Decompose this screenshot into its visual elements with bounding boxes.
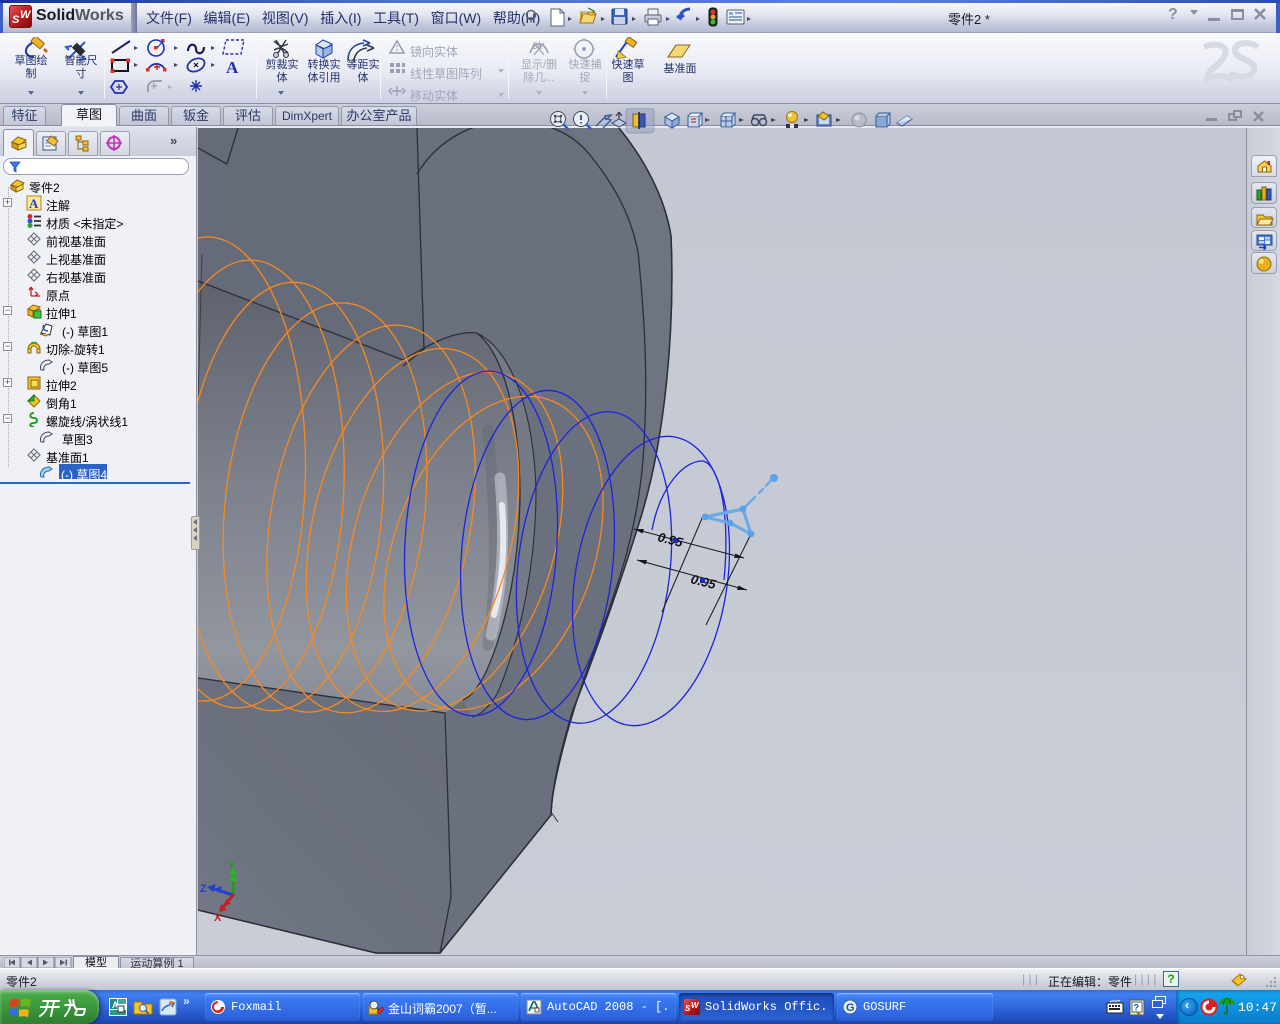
svg-text:A: A [226, 58, 239, 77]
svg-text:Y: Y [228, 860, 236, 872]
svg-text:6k: 6k [532, 41, 544, 52]
svg-text:X: X [214, 912, 222, 924]
svg-text:Z: Z [200, 883, 207, 895]
svg-text:G: G [846, 1002, 855, 1014]
svg-text:A: A [29, 196, 39, 211]
svg-text:?: ? [1134, 1003, 1140, 1013]
